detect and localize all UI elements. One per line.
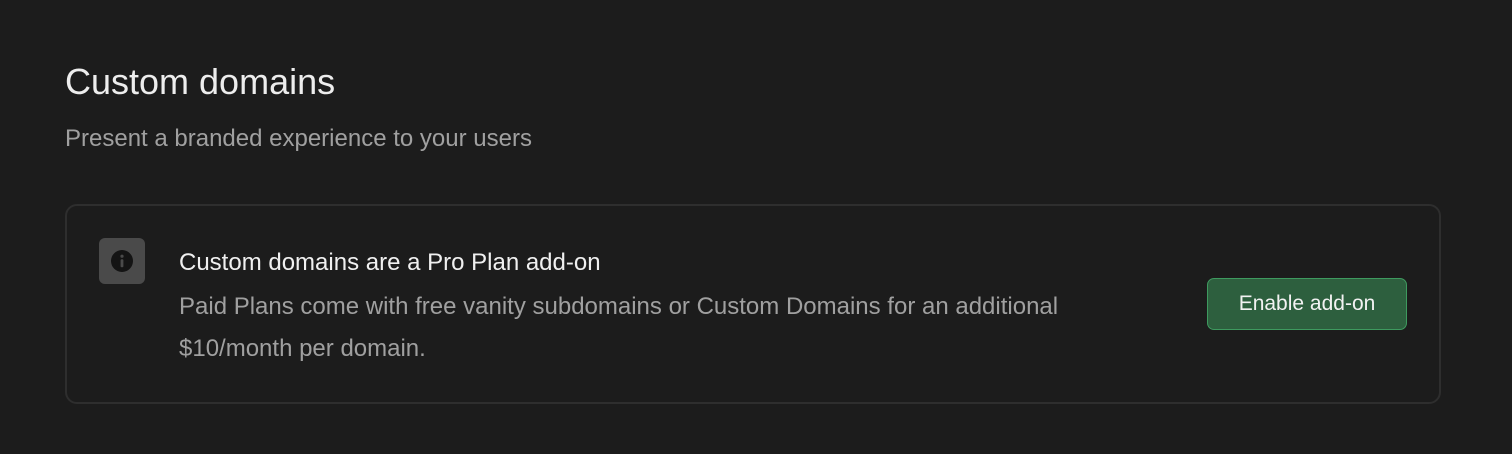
info-icon [99,238,145,284]
info-circle-glyph [111,250,133,272]
pro-plan-notice-card: Custom domains are a Pro Plan add-on Pai… [65,204,1441,404]
section-title: Custom domains [65,61,336,102]
notice-description: Paid Plans come with free vanity subdoma… [179,293,1059,362]
section-subtitle: Present a branded experience to your use… [65,125,532,152]
enable-addon-button[interactable]: Enable add-on [1207,278,1407,330]
notice-title: Custom domains are a Pro Plan add-on [179,249,601,276]
